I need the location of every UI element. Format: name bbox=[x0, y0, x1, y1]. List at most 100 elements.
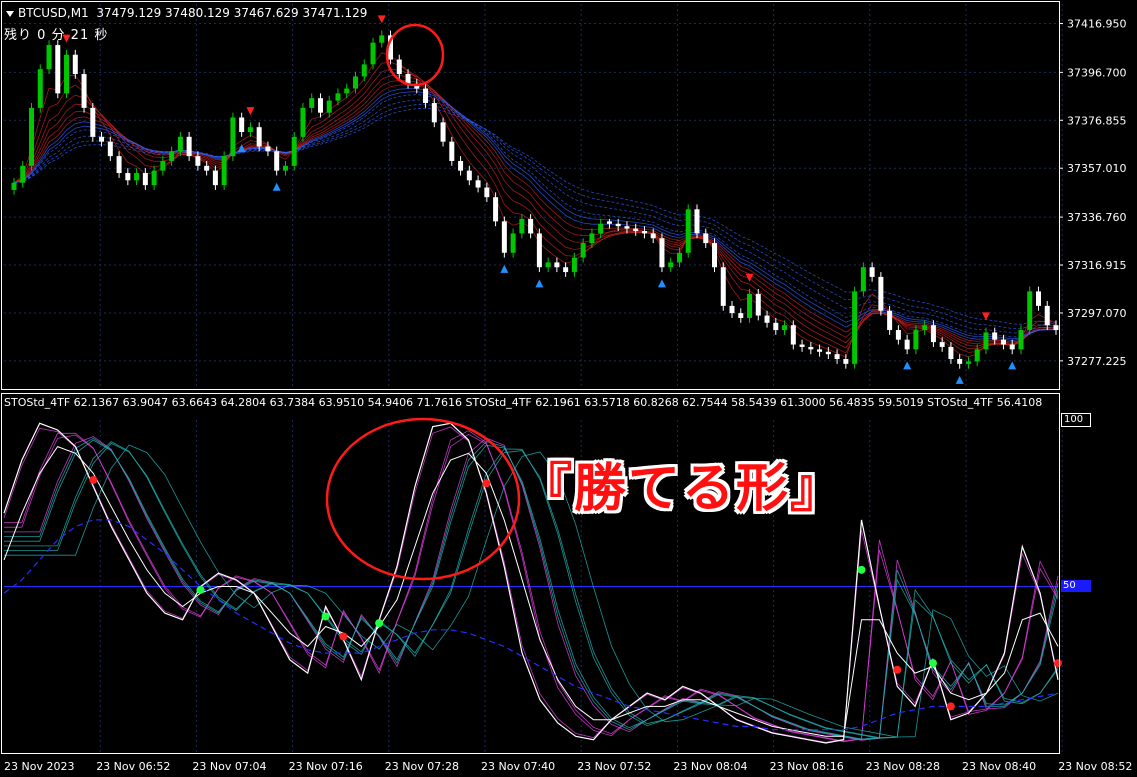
buy-arrow-icon bbox=[657, 279, 666, 288]
sell-arrow-icon bbox=[377, 15, 386, 24]
candle-body bbox=[116, 156, 122, 174]
candle-body bbox=[729, 305, 735, 314]
candle-body bbox=[64, 54, 70, 94]
candle-body bbox=[904, 339, 910, 350]
candle-body bbox=[370, 42, 376, 65]
candle-body bbox=[160, 160, 166, 171]
grid bbox=[4, 4, 1063, 753]
candle-body bbox=[817, 349, 823, 352]
buy-arrow-icon bbox=[903, 361, 912, 370]
candle-body bbox=[1027, 291, 1033, 331]
y-tick-label: 37376.855 bbox=[1067, 114, 1127, 127]
candle-body bbox=[957, 359, 963, 364]
candle-body bbox=[396, 59, 402, 75]
candle-body bbox=[326, 100, 332, 113]
candle-body bbox=[974, 349, 980, 362]
candle-body bbox=[869, 267, 875, 277]
candle-body bbox=[195, 156, 201, 166]
candle-body bbox=[466, 170, 472, 181]
candle-body bbox=[895, 330, 901, 340]
candle-body bbox=[449, 141, 455, 161]
candle-body bbox=[992, 332, 998, 340]
candle-body bbox=[799, 344, 805, 347]
candle-body bbox=[282, 165, 288, 171]
dropdown-triangle-icon[interactable] bbox=[6, 10, 14, 17]
x-tick-label: 23 Nov 07:28 bbox=[385, 760, 459, 773]
candle-body bbox=[668, 262, 674, 268]
signal-line bbox=[3, 519, 1059, 731]
cross-down-dot bbox=[946, 702, 955, 711]
candle-body bbox=[738, 313, 744, 318]
chart-header[interactable]: BTCUSD,M1 37479.129 37480.129 37467.629 … bbox=[6, 6, 367, 20]
candle-body bbox=[484, 187, 490, 198]
x-tick-label: 23 Nov 06:52 bbox=[96, 760, 170, 773]
candle-body bbox=[274, 151, 280, 171]
candle-body bbox=[1044, 305, 1050, 326]
ema-line bbox=[13, 88, 1056, 341]
candle-body bbox=[676, 252, 682, 263]
candle-body bbox=[545, 262, 551, 268]
candle-body bbox=[685, 209, 691, 253]
candle-body bbox=[1009, 344, 1015, 350]
symbol-label: BTCUSD,M1 bbox=[18, 6, 89, 20]
candle-body bbox=[493, 197, 499, 222]
buy-arrow-icon bbox=[1008, 361, 1017, 370]
candle-body bbox=[764, 315, 770, 323]
candle-body bbox=[501, 221, 507, 253]
y-tick-label: 37297.070 bbox=[1067, 307, 1127, 320]
candle-body bbox=[440, 122, 446, 142]
candle-body bbox=[519, 218, 525, 234]
candle-body bbox=[1035, 291, 1041, 306]
candle-body bbox=[580, 243, 586, 258]
candle-body bbox=[790, 325, 796, 345]
x-tick-label: 23 Nov 08:28 bbox=[866, 760, 940, 773]
ema-line bbox=[13, 52, 1057, 358]
x-tick-label: 23 Nov 07:16 bbox=[289, 760, 363, 773]
candle-body bbox=[782, 325, 788, 331]
x-tick-label: 23 Nov 08:40 bbox=[962, 760, 1036, 773]
candle-body bbox=[20, 165, 26, 183]
candle-body bbox=[256, 127, 262, 147]
y-tick-label: 37357.010 bbox=[1067, 162, 1127, 175]
candle-body bbox=[641, 231, 647, 234]
callout-text: 『勝てる形』 bbox=[520, 459, 845, 519]
chart-canvas: 23 Nov 2023 23 Nov 06:52 23 Nov 07:04 23 No… bbox=[1, 1, 1132, 773]
sell-arrow-icon bbox=[246, 107, 255, 116]
cross-up-dot bbox=[196, 585, 205, 594]
candle-body bbox=[1018, 330, 1024, 350]
candle-body bbox=[29, 107, 35, 166]
level-100-label: 100 bbox=[1061, 413, 1091, 427]
candle-body bbox=[125, 173, 131, 181]
candle-body bbox=[72, 54, 78, 75]
ema-line bbox=[13, 74, 1057, 347]
ohlc-values: 37479.129 37480.129 37467.629 37471.129 bbox=[96, 6, 368, 20]
candle-body bbox=[930, 325, 936, 343]
candle-body bbox=[335, 93, 341, 101]
candle-body bbox=[755, 293, 761, 316]
candle-body bbox=[747, 293, 753, 318]
y-tick-label: 37416.950 bbox=[1067, 17, 1127, 30]
candle-body bbox=[589, 233, 595, 244]
y-tick-label: 37396.700 bbox=[1067, 66, 1127, 79]
candle-body bbox=[107, 141, 113, 157]
candle-body bbox=[983, 332, 989, 350]
candle-body bbox=[475, 180, 481, 188]
candle-body bbox=[458, 160, 464, 171]
candle-body bbox=[37, 69, 43, 108]
candle-body bbox=[598, 223, 604, 234]
candle-body bbox=[659, 238, 665, 268]
candle-body bbox=[134, 173, 140, 181]
y-tick-label: 37336.760 bbox=[1067, 211, 1127, 224]
candle-body bbox=[177, 136, 183, 152]
signal-arrows bbox=[62, 15, 1017, 384]
ema-line bbox=[13, 61, 1057, 354]
x-tick-label: 23 Nov 08:52 bbox=[1058, 760, 1132, 773]
cross-down-dot bbox=[1054, 659, 1062, 668]
buy-arrow-icon bbox=[535, 279, 544, 288]
x-tick-label: 23 Nov 08:04 bbox=[673, 760, 747, 773]
candle-body bbox=[510, 233, 516, 253]
candle-body bbox=[563, 267, 569, 273]
highlight-circle bbox=[325, 417, 521, 581]
candle-body bbox=[606, 221, 612, 224]
cross-up-dot bbox=[928, 659, 937, 668]
